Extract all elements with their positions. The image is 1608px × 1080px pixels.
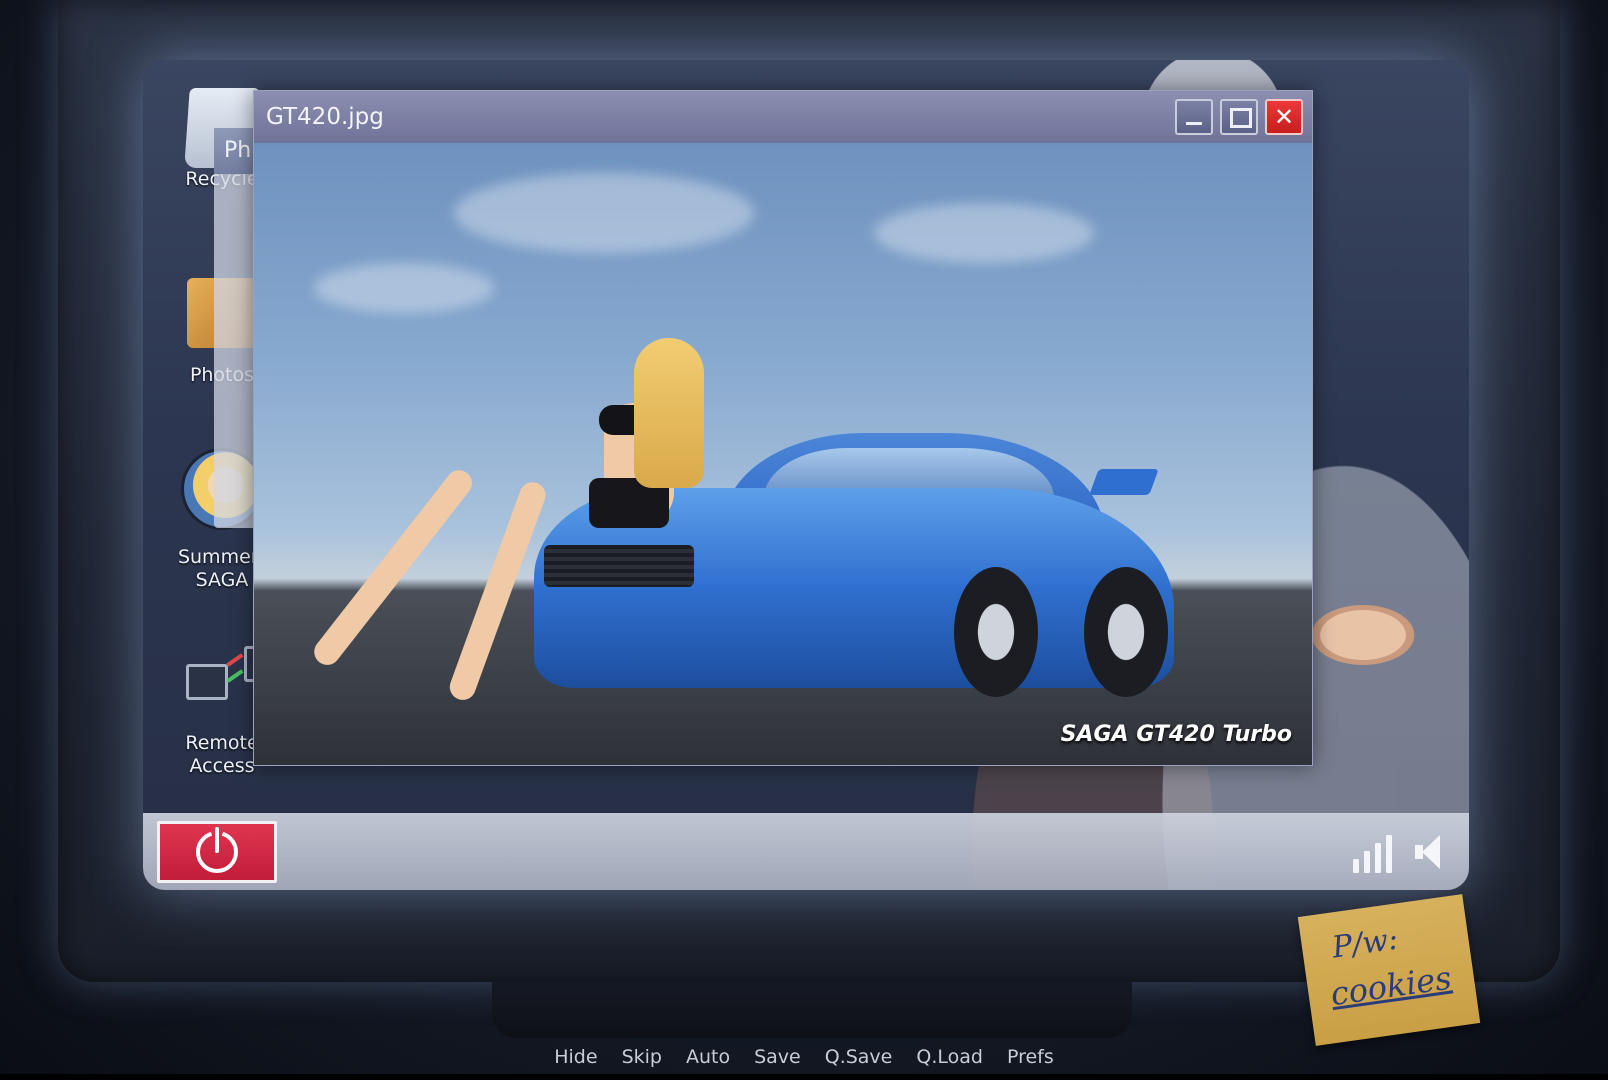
cloud	[454, 173, 754, 253]
image-viewer-window[interactable]: GT420.jpg ✕ SAGA GT420 Turbo	[253, 90, 1313, 766]
speaker-icon[interactable]	[1415, 833, 1445, 873]
arrow-icon	[226, 653, 244, 667]
power-button[interactable]	[157, 821, 277, 883]
cloud	[314, 263, 494, 313]
quick-menu-save[interactable]: Save	[754, 1046, 801, 1068]
window-title: GT420.jpg	[266, 104, 384, 130]
arrow-icon	[226, 669, 244, 683]
close-button[interactable]: ✕	[1265, 99, 1303, 135]
sticky-note-line1: P/w:	[1329, 921, 1401, 966]
car-photo: SAGA GT420 Turbo	[254, 143, 1312, 765]
power-icon-line	[215, 827, 219, 853]
minimize-button[interactable]	[1175, 99, 1213, 135]
remote-access-icon	[182, 646, 274, 706]
quick-menu-qsave[interactable]: Q.Save	[825, 1046, 893, 1068]
sticky-note: P/w: cookies	[1297, 894, 1481, 1046]
photo-caption: SAGA GT420 Turbo	[1060, 722, 1292, 747]
monitor-icon	[186, 664, 228, 700]
quick-menu-auto[interactable]: Auto	[686, 1046, 730, 1068]
car-grille	[544, 545, 694, 587]
car-wheel	[1084, 567, 1168, 697]
quick-menu: Hide Skip Auto Save Q.Save Q.Load Prefs	[0, 1046, 1608, 1076]
character-hair	[634, 338, 704, 488]
car-spoiler	[1089, 469, 1159, 495]
quick-menu-hide[interactable]: Hide	[554, 1046, 597, 1068]
window-titlebar[interactable]: GT420.jpg ✕	[254, 91, 1312, 143]
sticky-note-line2: cookies	[1328, 958, 1454, 1014]
character-leg	[308, 464, 478, 671]
maximize-button[interactable]	[1220, 99, 1258, 135]
quick-menu-prefs[interactable]: Prefs	[1007, 1046, 1054, 1068]
background-hand-art	[1303, 600, 1423, 670]
signal-bars-icon[interactable]	[1353, 833, 1397, 873]
quick-menu-skip[interactable]: Skip	[622, 1046, 662, 1068]
bottom-letterbox	[0, 1074, 1608, 1080]
close-icon: ✕	[1273, 103, 1295, 131]
game-scene: Recycle Photos Summert SAGA Remote Acces…	[0, 0, 1608, 1080]
quick-menu-qload[interactable]: Q.Load	[916, 1046, 983, 1068]
taskbar	[143, 813, 1469, 890]
car-wheel	[954, 567, 1038, 697]
cloud	[874, 203, 1094, 263]
monitor-stand	[492, 982, 1132, 1038]
